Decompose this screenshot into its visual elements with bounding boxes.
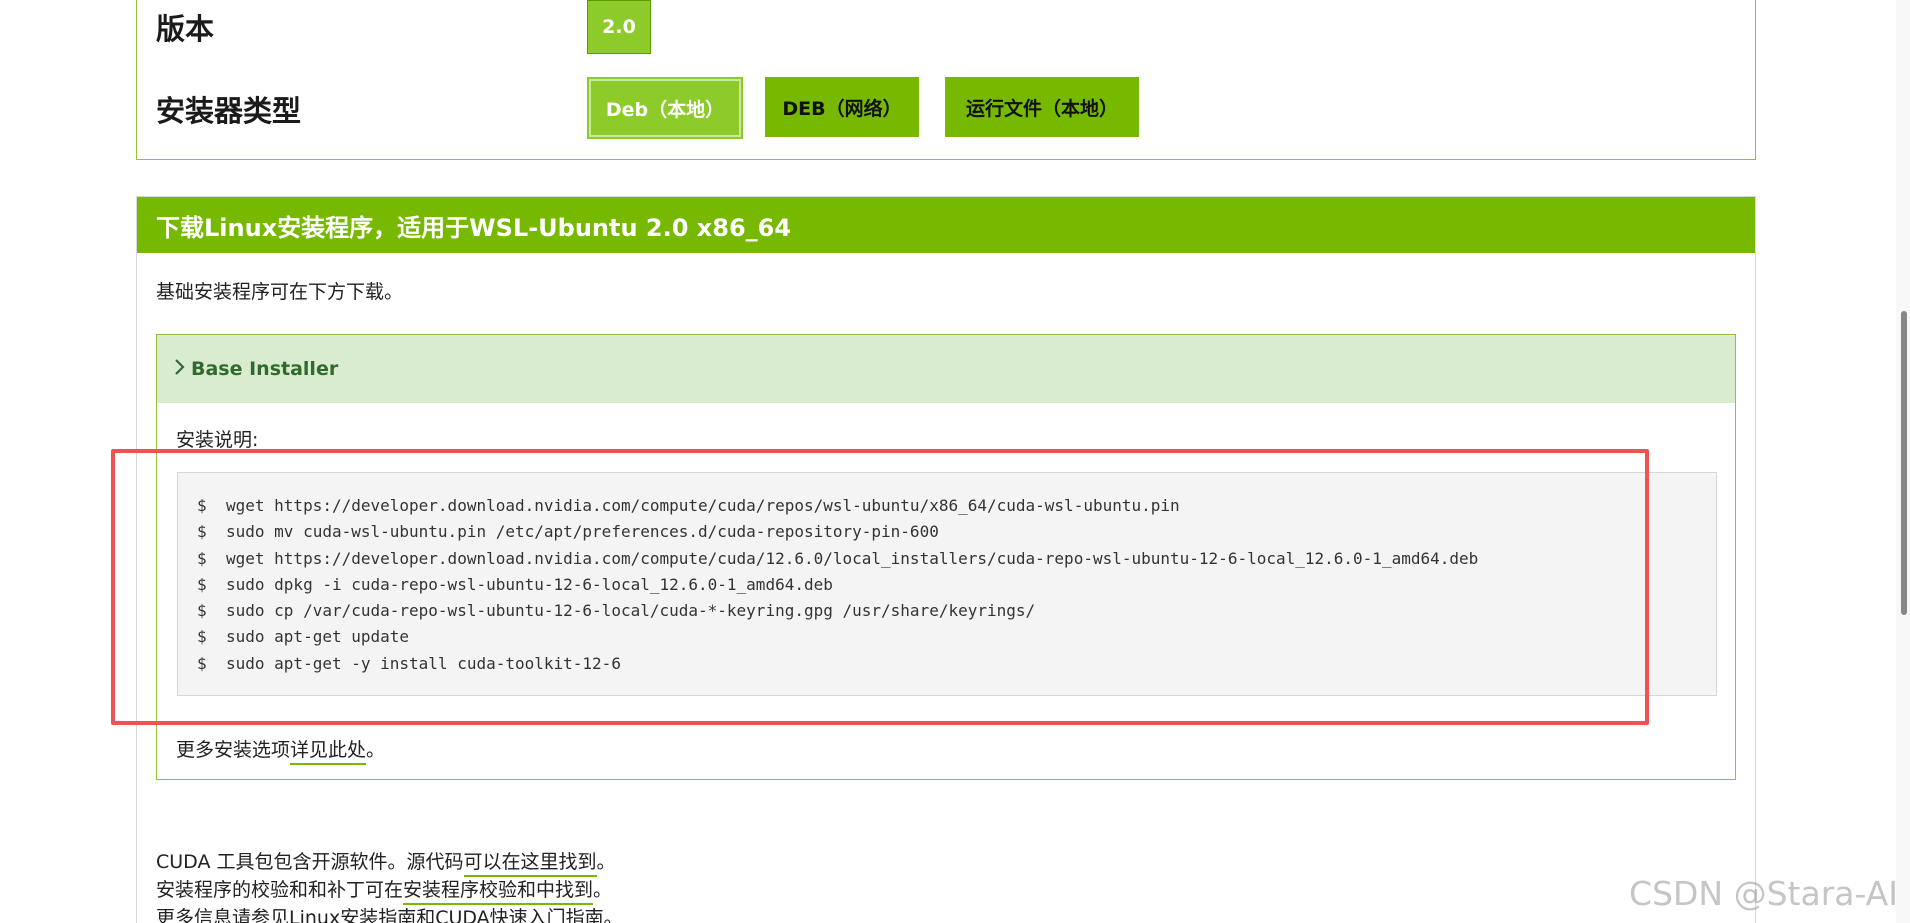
version-option-2-0[interactable]: 2.0 — [587, 0, 651, 54]
note-checksums: 安装程序的校验和和补丁可在安装程序校验和中找到。 — [156, 875, 612, 905]
source-code-link[interactable]: 可以在这里找到 — [463, 851, 597, 877]
chevron-right-icon — [173, 357, 185, 381]
checksums-link[interactable]: 安装程序校验和中找到 — [403, 879, 594, 905]
more-options-link[interactable]: 详见此处 — [290, 739, 367, 765]
download-description: 基础安装程序可在下方下载。 — [156, 281, 404, 303]
page-scrollbar[interactable] — [1896, 0, 1910, 923]
highlight-annotation — [111, 449, 1649, 725]
note-guides: 更多信息请参见Linux安装指南和CUDA快速入门指南。 — [156, 907, 623, 923]
note-source-code: CUDA 工具包包含开源软件。源代码可以在这里找到。 — [156, 847, 616, 877]
more-install-options: 更多安装选项详见此处。 — [176, 735, 385, 765]
watermark: CSDN @Stara-AI — [1629, 874, 1898, 913]
installer-option-deb-local[interactable]: Deb（本地） — [587, 77, 743, 139]
base-installer-title: Base Installer — [191, 358, 339, 380]
installer-option-runfile-local[interactable]: 运行文件（本地） — [945, 77, 1139, 137]
platform-selector: 版本 2.0 安装器类型 Deb（本地） DEB（网络） 运行文件（本地） — [136, 0, 1756, 160]
version-label: 版本 — [156, 12, 215, 46]
download-panel-title: 下载Linux安装程序，适用于WSL-Ubuntu 2.0 x86_64 — [137, 197, 1755, 253]
base-installer-toggle[interactable]: Base Installer — [157, 335, 1735, 403]
scrollbar-thumb[interactable] — [1901, 311, 1907, 615]
installer-type-label: 安装器类型 — [156, 94, 302, 128]
installer-option-deb-network[interactable]: DEB（网络） — [765, 77, 919, 137]
install-instructions-label: 安装说明: — [176, 429, 259, 451]
